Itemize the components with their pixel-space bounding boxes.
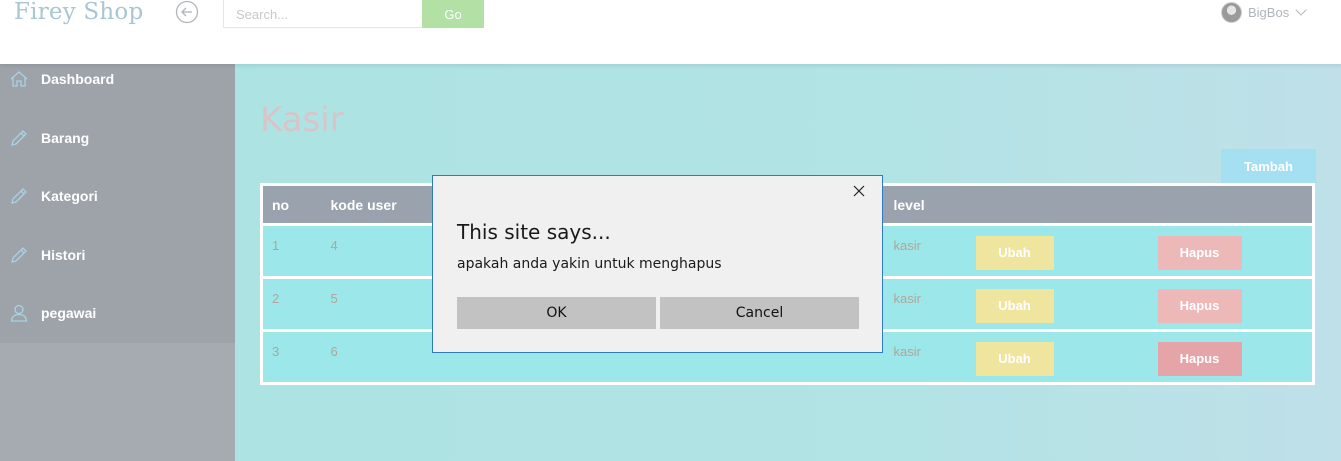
page-title: Kasir xyxy=(260,100,344,140)
pencil-icon xyxy=(9,245,29,265)
cell-hapus: Hapus xyxy=(1133,224,1314,279)
cell-hapus: Hapus xyxy=(1133,277,1314,332)
hapus-button[interactable]: Hapus xyxy=(1157,235,1242,270)
sidebar-item-label: Kategori xyxy=(41,188,98,204)
ok-button[interactable]: OK xyxy=(457,297,656,329)
sidebar-item-dashboard[interactable]: Dashboard xyxy=(0,59,235,99)
column-header-hapus xyxy=(1133,184,1314,226)
hapus-button[interactable]: Hapus xyxy=(1157,341,1242,376)
sidebar: Dashboard Barang Kategori Histori pegawa… xyxy=(0,64,235,461)
confirm-dialog: This site says... apakah anda yakin untu… xyxy=(432,175,883,353)
home-icon xyxy=(9,69,29,89)
column-header-level: level xyxy=(884,184,967,226)
hapus-button[interactable]: Hapus xyxy=(1157,288,1242,323)
sidebar-item-histori[interactable]: Histori xyxy=(0,235,235,275)
dialog-title: This site says... xyxy=(457,220,611,244)
cell-ubah: Ubah xyxy=(966,224,1134,279)
sidebar-item-label: pegawai xyxy=(41,305,97,321)
cell-no: 1 xyxy=(261,224,322,279)
search-input[interactable] xyxy=(223,0,423,28)
avatar xyxy=(1221,1,1242,23)
pencil-icon xyxy=(9,186,29,206)
go-button[interactable]: Go xyxy=(422,0,484,28)
column-header-no: no xyxy=(261,184,322,226)
column-header-ubah xyxy=(966,184,1134,226)
sidebar-item-kategori[interactable]: Kategori xyxy=(0,176,235,216)
pencil-icon xyxy=(9,128,29,148)
user-menu[interactable]: BigBos xyxy=(1221,0,1307,24)
ubah-button[interactable]: Ubah xyxy=(975,235,1054,270)
username: BigBos xyxy=(1248,4,1290,20)
sidebar-item-label: Barang xyxy=(41,130,90,146)
user-icon xyxy=(9,303,29,323)
sidebar-item-barang[interactable]: Barang xyxy=(0,118,235,158)
cell-level: kasir xyxy=(884,330,967,384)
cell-ubah: Ubah xyxy=(966,277,1134,332)
cell-no: 3 xyxy=(261,330,322,384)
cell-level: kasir xyxy=(884,277,967,332)
chevron-down-icon xyxy=(1295,4,1307,16)
ubah-button[interactable]: Ubah xyxy=(975,341,1054,376)
back-arrow-icon[interactable] xyxy=(175,0,199,24)
add-button[interactable]: Tambah xyxy=(1221,149,1316,183)
ubah-button[interactable]: Ubah xyxy=(975,288,1054,323)
brand-logo[interactable]: Firey Shop xyxy=(14,0,143,25)
cell-level: kasir xyxy=(884,224,967,279)
cell-hapus: Hapus xyxy=(1133,330,1314,384)
cell-ubah: Ubah xyxy=(966,330,1134,384)
sidebar-item-label: Dashboard xyxy=(41,71,115,87)
close-icon[interactable] xyxy=(850,182,868,200)
sidebar-item-label: Histori xyxy=(41,247,86,263)
sidebar-item-pegawai[interactable]: pegawai xyxy=(0,293,235,333)
top-header: Firey Shop Go BigBos xyxy=(0,0,1341,64)
sidebar-nav: Dashboard Barang Kategori Histori pegawa… xyxy=(0,64,235,343)
dialog-message: apakah anda yakin untuk menghapus xyxy=(457,256,722,272)
cancel-button[interactable]: Cancel xyxy=(660,297,859,329)
cell-no: 2 xyxy=(261,277,322,332)
